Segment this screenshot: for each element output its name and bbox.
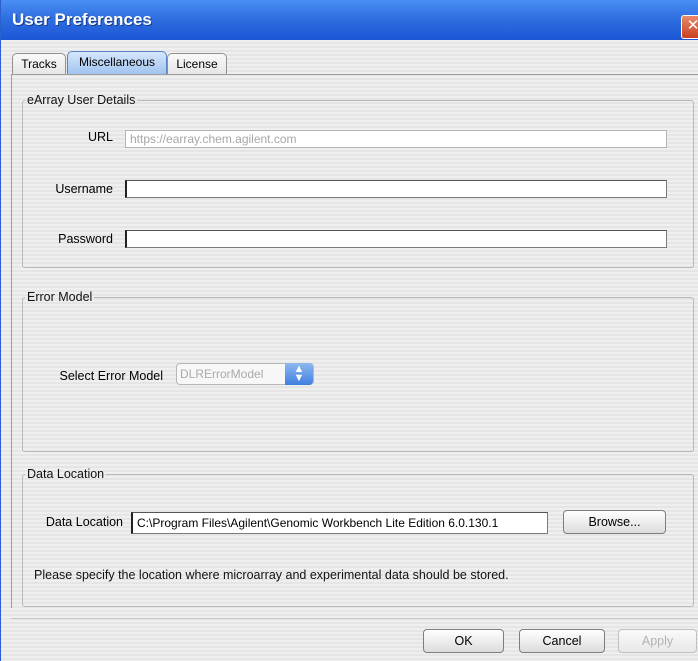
data-location-label: Data Location (45, 515, 123, 529)
error-model-selected: DLRErrorModel (180, 367, 264, 381)
cancel-button[interactable]: Cancel (519, 629, 605, 653)
tab-miscellaneous[interactable]: Miscellaneous (67, 51, 167, 75)
ok-button[interactable]: OK (423, 629, 504, 653)
preferences-window: User Preferences ✕ Tracks Miscellaneous … (0, 0, 698, 661)
data-location-group: Data Location (22, 467, 694, 607)
title-bar: User Preferences ✕ (1, 0, 698, 40)
data-location-field[interactable]: C:\Program Files\Agilent\Genomic Workben… (131, 512, 548, 534)
error-model-label: Select Error Model (59, 369, 163, 383)
username-field[interactable] (125, 180, 667, 198)
error-model-select[interactable]: DLRErrorModel ▲ ▼ (176, 363, 314, 385)
password-label: Password (58, 232, 113, 246)
username-label: Username (55, 182, 113, 196)
browse-button[interactable]: Browse... (563, 510, 666, 534)
window-title: User Preferences (12, 10, 152, 29)
url-label: URL (87, 130, 113, 144)
tab-tracks[interactable]: Tracks (12, 53, 66, 75)
data-location-legend: Data Location (27, 467, 105, 481)
apply-button[interactable]: Apply (618, 629, 697, 653)
close-icon[interactable]: ✕ (681, 15, 698, 39)
password-field[interactable] (125, 230, 667, 248)
footer-divider (11, 618, 698, 619)
tab-license[interactable]: License (167, 53, 227, 75)
url-field[interactable]: https://earray.chem.agilent.com (125, 130, 667, 148)
earray-user-details-legend: eArray User Details (27, 93, 136, 107)
up-down-arrows-icon: ▲ ▼ (285, 363, 313, 385)
tab-strip: Tracks Miscellaneous License (1, 40, 698, 76)
error-model-legend: Error Model (27, 290, 93, 304)
data-location-note: Please specify the location where microa… (34, 568, 509, 582)
